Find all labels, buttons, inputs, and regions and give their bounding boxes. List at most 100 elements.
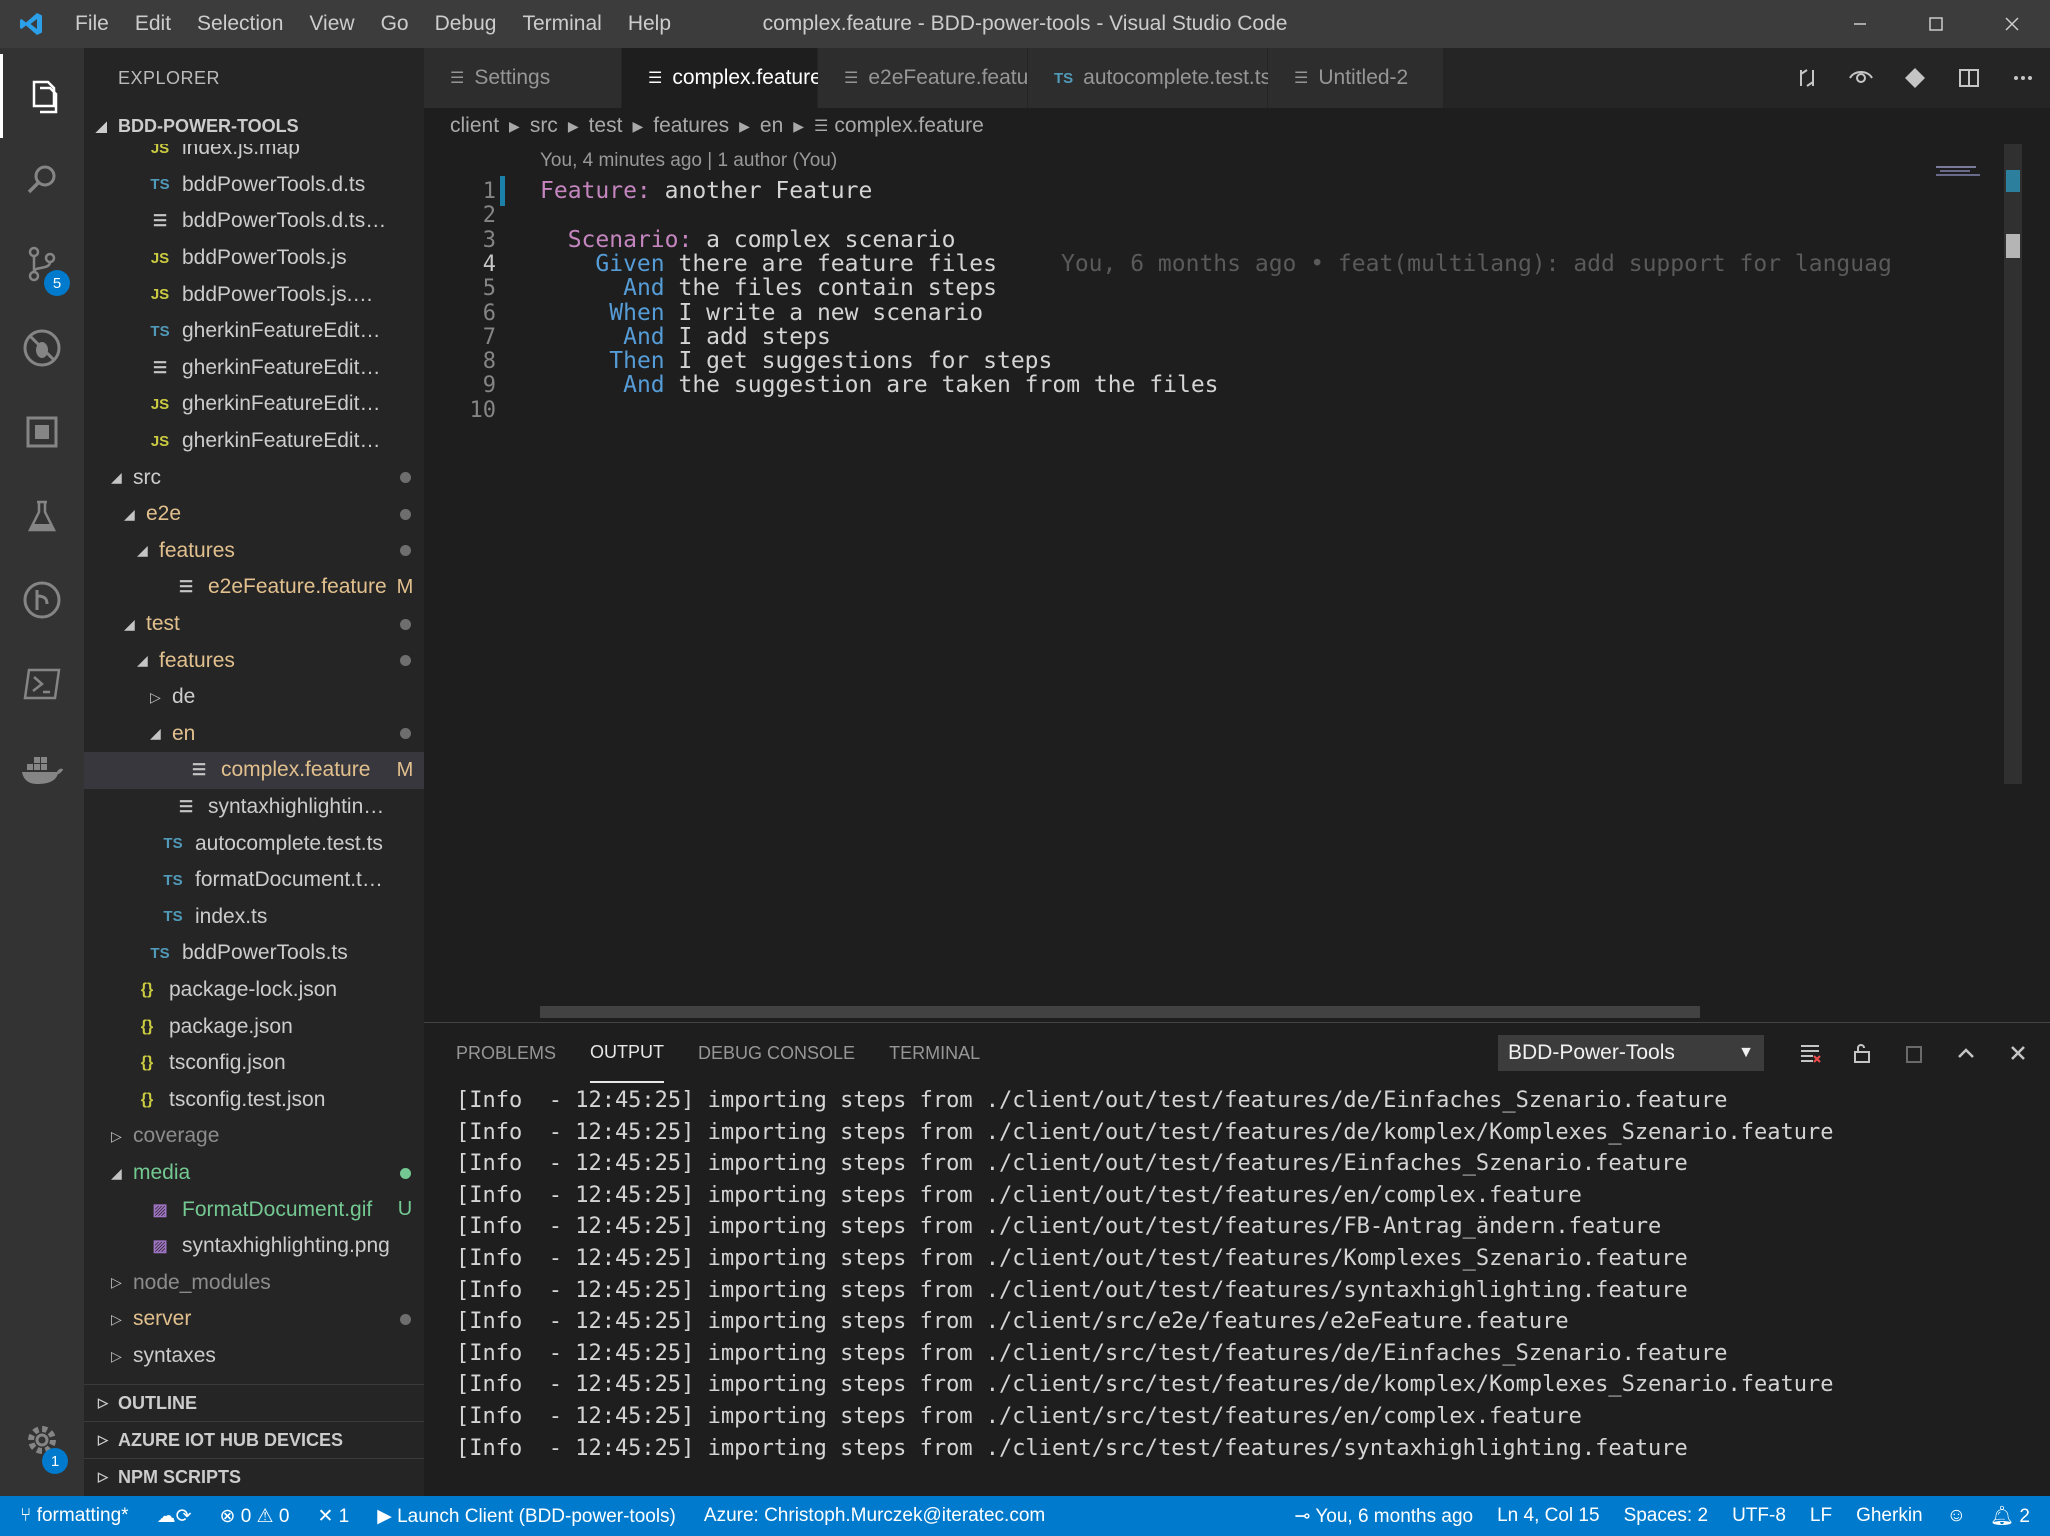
branch-status[interactable]: ⑂ formatting* [20, 1505, 129, 1527]
problems-status[interactable]: ⊗ 0 ⚠ 0 [219, 1505, 289, 1528]
menu-selection[interactable]: Selection [184, 12, 296, 36]
code-line[interactable]: When I write a new scenario [540, 300, 983, 326]
menu-debug[interactable]: Debug [422, 12, 510, 36]
more-actions-icon[interactable] [1996, 66, 2050, 90]
tree-item[interactable]: {} tsconfig.json [84, 1045, 424, 1082]
end-of-line[interactable]: LF [1810, 1505, 1832, 1527]
minimize-icon[interactable] [1822, 0, 1898, 48]
tree-item[interactable]: ◢ features [84, 533, 424, 570]
tree-item[interactable]: ◢ e2e [84, 496, 424, 533]
tree-item[interactable]: ▨ FormatDocument.gif U [84, 1191, 424, 1228]
tab-autocomplete-test-ts[interactable]: TS autocomplete.test.ts [1028, 48, 1271, 108]
panel-tab-debug-console[interactable]: DEBUG CONSOLE [698, 1023, 855, 1083]
menu-terminal[interactable]: Terminal [509, 12, 614, 36]
sidebar-section-outline[interactable]: ▷ OUTLINE [84, 1384, 424, 1421]
tree-item[interactable]: ▨ syntaxhighlighting.png [84, 1228, 424, 1265]
vertical-scrollbar[interactable] [2002, 144, 2024, 1014]
indentation[interactable]: Spaces: 2 [1624, 1505, 1709, 1527]
tree-item[interactable]: JS bddPowerTools.js [84, 240, 424, 277]
tab-untitled-2[interactable]: ☰ Untitled-2 [1268, 48, 1444, 108]
git-lens-icon[interactable] [1888, 66, 1942, 90]
tree-item[interactable]: TS formatDocument.test.ts [84, 862, 424, 899]
breadcrumb-item[interactable]: src [530, 114, 558, 138]
tree-item[interactable]: {} package-lock.json [84, 972, 424, 1009]
workspace-root-header[interactable]: ◢ BDD-POWER-TOOLS [84, 108, 458, 144]
sidebar-section-npm-scripts[interactable]: ▷ NPM SCRIPTS [84, 1458, 424, 1495]
tree-item[interactable]: ☰ e2eFeature.feature M [84, 569, 424, 606]
docker-icon[interactable] [0, 726, 84, 810]
launch-status[interactable]: ▶ Launch Client (BDD-power-tools) [377, 1505, 676, 1528]
tree-item[interactable]: ◢ features [84, 642, 424, 679]
tree-item[interactable]: JS gherkinFeatureEditor.js [84, 386, 424, 423]
tree-item[interactable]: JS index.js.map [84, 144, 424, 167]
tree-item[interactable]: JS gherkinFeatureEditor.js.... [84, 423, 424, 460]
extensions-icon[interactable] [0, 390, 84, 474]
menu-view[interactable]: View [296, 12, 367, 36]
tree-item[interactable]: ▷ syntaxes [84, 1338, 424, 1375]
tree-item[interactable]: ◢ test [84, 606, 424, 643]
breadcrumb-item[interactable]: features [653, 114, 729, 138]
menu-file[interactable]: File [62, 12, 122, 36]
close-panel-icon[interactable] [1992, 1035, 2044, 1071]
tree-item[interactable]: TS index.ts [84, 899, 424, 936]
output-log[interactable]: [Info - 12:45:25] importing steps from .… [456, 1085, 2016, 1495]
tree-item[interactable]: TS autocomplete.test.ts [84, 825, 424, 862]
tab-complex-feature[interactable]: ☰complex.feature× [622, 48, 853, 108]
tree-item[interactable]: TS bddPowerTools.ts [84, 935, 424, 972]
open-changes-icon[interactable] [1834, 66, 1888, 90]
conflicts-status[interactable]: ✕ 1 [317, 1505, 349, 1528]
settings-gear-icon[interactable]: 1 [0, 1398, 84, 1482]
code-line[interactable]: Then I get suggestions for steps [540, 348, 1052, 374]
tab-e2efeature-feature[interactable]: ☰ e2eFeature.feature [818, 48, 1047, 108]
tab-settings[interactable]: ☰ Settings [424, 48, 622, 108]
tree-item[interactable]: ☰ gherkinFeatureEditor.d.ts... [84, 350, 424, 387]
minimap[interactable] [1922, 144, 2002, 1014]
source-control-icon[interactable]: 5 [0, 222, 84, 306]
sidebar-section-azure-iot-hub-devices[interactable]: ▷ AZURE IOT HUB DEVICES [84, 1421, 424, 1458]
breadcrumb-item[interactable]: complex.feature [834, 114, 983, 138]
close-window-icon[interactable] [1974, 0, 2050, 48]
clear-output-icon[interactable] [1784, 1035, 1836, 1071]
tree-item[interactable]: TS bddPowerTools.d.ts [84, 167, 424, 204]
tree-item[interactable]: {} tsconfig.test.json [84, 1082, 424, 1119]
code-line[interactable]: And the suggestion are taken from the fi… [540, 372, 1218, 398]
tree-item[interactable]: ☰ complex.feature M [84, 752, 424, 789]
codelens-authors[interactable]: You, 4 minutes ago | 1 author (You) [540, 150, 837, 172]
output-channel-select[interactable]: BDD-Power-Tools ▼ [1498, 1035, 1764, 1071]
tree-item[interactable]: {} package.json [84, 1008, 424, 1045]
maximize-icon[interactable] [1898, 0, 1974, 48]
code-editor[interactable]: You, 4 minutes ago | 1 author (You) 1 Fea… [424, 144, 2024, 1018]
tree-item[interactable]: ◢ media [84, 1155, 424, 1192]
menu-edit[interactable]: Edit [122, 12, 184, 36]
code-line[interactable]: Given there are feature files You, 6 mont… [540, 251, 1891, 277]
compare-changes-icon[interactable] [1780, 66, 1834, 90]
split-editor-icon[interactable] [1942, 66, 1996, 90]
maximize-panel-icon[interactable] [1940, 1035, 1992, 1071]
tree-item[interactable]: JS bddPowerTools.js.map [84, 276, 424, 313]
powershell-icon[interactable] [0, 642, 84, 726]
panel-tab-terminal[interactable]: TERMINAL [889, 1023, 980, 1083]
encoding[interactable]: UTF-8 [1732, 1505, 1786, 1527]
tree-item[interactable]: ▷ coverage [84, 1118, 424, 1155]
lock-scroll-icon[interactable] [1836, 1035, 1888, 1071]
test-flask-icon[interactable] [0, 474, 84, 558]
horizontal-scrollbar[interactable] [540, 1006, 1700, 1018]
code-line[interactable]: Feature: another Feature [540, 178, 872, 204]
cursor-position[interactable]: Ln 4, Col 15 [1497, 1505, 1599, 1527]
panel-tab-problems[interactable]: PROBLEMS [456, 1023, 556, 1083]
code-line[interactable]: And I add steps [540, 324, 831, 350]
explorer-icon[interactable] [0, 54, 84, 138]
breadcrumb-item[interactable]: test [589, 114, 623, 138]
menu-go[interactable]: Go [368, 12, 422, 36]
search-icon[interactable] [0, 138, 84, 222]
azure-account[interactable]: Azure: Christoph.Murczek@iteratec.com [704, 1505, 1045, 1527]
tree-item[interactable]: TS gherkinFeatureEditor.d.ts [84, 313, 424, 350]
notifications-status[interactable]: 🔔︎ 2 [1990, 1504, 2030, 1528]
panel-tab-output[interactable]: OUTPUT [590, 1023, 665, 1083]
feedback-smiley-icon[interactable]: ☺ [1947, 1505, 1966, 1527]
language-mode[interactable]: Gherkin [1856, 1505, 1923, 1527]
tree-item[interactable]: ◢ en [84, 716, 424, 753]
open-log-icon[interactable] [1888, 1035, 1940, 1071]
code-line[interactable]: Scenario: a complex scenario [540, 227, 956, 253]
tree-item[interactable]: ☰ bddPowerTools.d.ts.map [84, 203, 424, 240]
